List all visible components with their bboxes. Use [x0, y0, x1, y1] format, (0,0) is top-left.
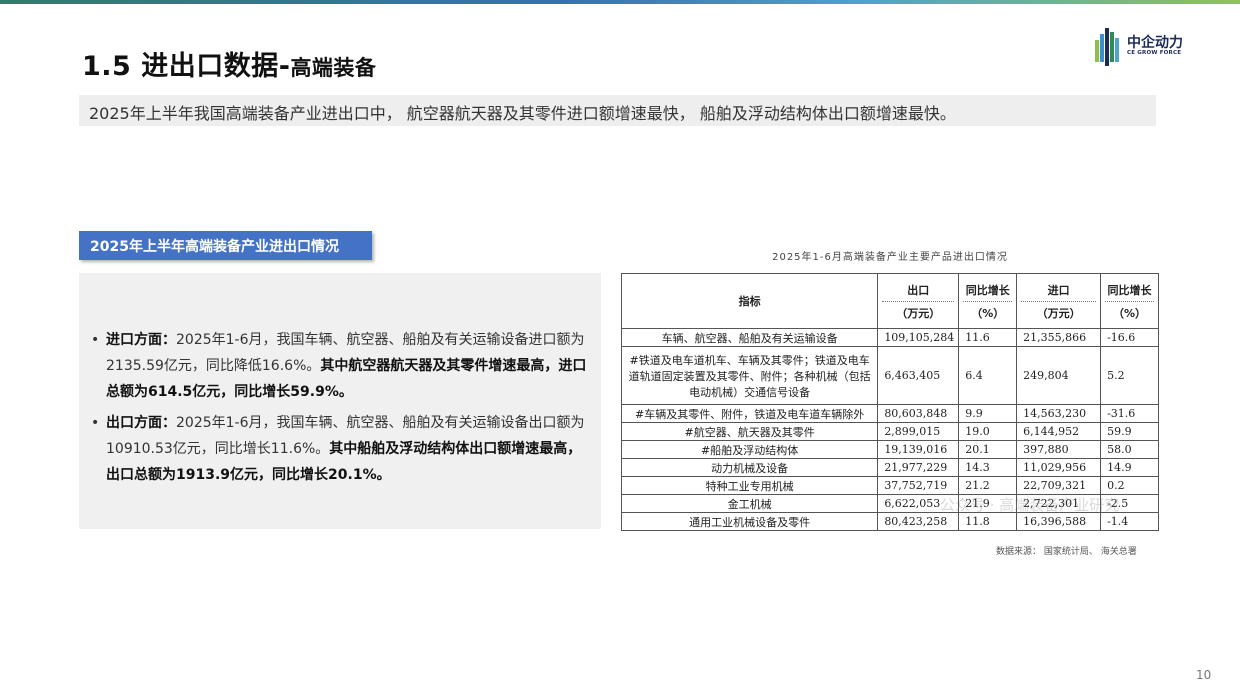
row-name: 车辆、航空器、船舶及有关运输设备 [620, 328, 879, 347]
row-name: 特种工业专用机械 [620, 476, 879, 495]
page-title-main: 1.5 进出口数据- [82, 51, 291, 82]
bullet-import: 进口方面：2025年1-6月，我国车辆、航空器、船舶及有关运输设备进口额为213… [89, 327, 591, 405]
bullet-export-label: 出口方面： [106, 415, 176, 431]
cell-export: 37,752,719 [877, 476, 960, 495]
page-title-sub: 高端装备 [290, 56, 377, 80]
row-name: 动力机械及设备 [620, 458, 879, 477]
table-row: #车辆及其零件、附件，铁道及电车道车辆除外 80,603,848 9.9 14,563… [620, 404, 1159, 423]
cell-export-yoy: 20.1 [958, 440, 1018, 459]
table-row: 车辆、航空器、船舶及有关运输设备 109,105,284 11.6 21,355,86… [620, 328, 1159, 347]
header-export: 出口 （万元） [877, 273, 960, 329]
cell-export-yoy: 9.9 [958, 404, 1018, 423]
cell-import-yoy: -16.6 [1100, 328, 1159, 347]
row-name: 通用工业机械设备及零件 [620, 512, 879, 531]
summary-banner: 2025年上半年我国高端装备产业进出口中， 航空器航天器及其零件进口额增速最快，… [79, 95, 1156, 126]
data-source: 数据来源： 国家统计局、 海关总署 [996, 547, 1137, 557]
logo-bars-icon [1093, 24, 1123, 68]
cell-export-yoy: 11.8 [958, 512, 1018, 531]
row-name: #船舶及浮动结构体 [620, 440, 879, 459]
cell-export-yoy: 21.9 [958, 494, 1018, 513]
cell-import: 22,709,321 [1016, 476, 1102, 495]
row-name: #车辆及其零件、附件，铁道及电车道车辆除外 [620, 404, 879, 423]
row-name: #航空器、航天器及其零件 [620, 422, 879, 441]
table-row: 通用工业机械设备及零件 80,423,258 11.8 16,396,588 -1.4 [620, 512, 1159, 531]
top-gradient-bar [0, 0, 1240, 4]
bullet-import-label: 进口方面： [106, 332, 176, 348]
cell-import-yoy: 14.9 [1100, 458, 1159, 477]
table-row: #铁道及电车道机车、车辆及其零件；铁道及电车道轨道固定装置及其零件、附件；各种机… [620, 346, 1159, 405]
table-title: 2025年1-6月高端装备产业主要产品进出口情况 [772, 252, 1008, 263]
table-row: 特种工业专用机械 37,752,719 21.2 22,709,321 0.2 [620, 476, 1159, 495]
bullet-export: 出口方面：2025年1-6月，我国车辆、航空器、船舶及有关运输设备出口额为109… [89, 410, 591, 488]
cell-export-yoy: 14.3 [958, 458, 1018, 477]
cell-import: 11,029,956 [1016, 458, 1102, 477]
cell-import: 2,722,301 [1016, 494, 1102, 513]
cell-import-yoy: 58.0 [1100, 440, 1159, 459]
page-number: 10 [1196, 668, 1212, 682]
section-tag: 2025年上半年高端装备产业进出口情况 [79, 231, 372, 260]
header-export-yoy: 同比增长 （%） [958, 273, 1018, 329]
cell-import-yoy: -1.4 [1100, 512, 1159, 531]
table-row: 动力机械及设备 21,977,229 14.3 11,029,956 14.9 [620, 458, 1159, 477]
cell-import: 21,355,866 [1016, 328, 1102, 347]
header-import: 进口 （万元） [1016, 273, 1102, 329]
cell-import: 397,880 [1016, 440, 1102, 459]
cell-export: 80,423,258 [877, 512, 960, 531]
row-name: #铁道及电车道机车、车辆及其零件；铁道及电车道轨道固定装置及其零件、附件；各种机… [620, 346, 879, 405]
table-row: #航空器、航天器及其零件 2,899,015 19.0 6,144,952 59.9 [620, 422, 1159, 441]
row-name: 金工机械 [620, 494, 879, 513]
header-import-yoy: 同比增长 （%） [1100, 273, 1159, 329]
cell-import-yoy: -31.6 [1100, 404, 1159, 423]
cell-export: 80,603,848 [877, 404, 960, 423]
company-logo: 中企动力 CE GROW FORCE [1093, 24, 1193, 68]
page-title: 1.5 进出口数据-高端装备 [82, 44, 376, 83]
cell-export-yoy: 6.4 [958, 346, 1018, 405]
trade-table: 指标 出口 （万元） 同比增长 （%） 进口 （万元） 同比增长 （%） 车辆、航空器、… [620, 273, 1159, 531]
cell-export: 2,899,015 [877, 422, 960, 441]
cell-export: 109,105,284 [877, 328, 960, 347]
cell-import-yoy: -2.5 [1100, 494, 1159, 513]
analysis-text-box: 进口方面：2025年1-6月，我国车辆、航空器、船舶及有关运输设备进口额为213… [79, 273, 601, 529]
cell-export-yoy: 19.0 [958, 422, 1018, 441]
cell-export: 6,622,053 [877, 494, 960, 513]
header-indicator: 指标 [620, 273, 879, 329]
cell-import-yoy: 59.9 [1100, 422, 1159, 441]
cell-export-yoy: 11.6 [958, 328, 1018, 347]
cell-export-yoy: 21.2 [958, 476, 1018, 495]
cell-export: 19,139,016 [877, 440, 960, 459]
table-header-row: 指标 出口 （万元） 同比增长 （%） 进口 （万元） 同比增长 （%） [620, 273, 1159, 329]
cell-import: 14,563,230 [1016, 404, 1102, 423]
cell-import: 6,144,952 [1016, 422, 1102, 441]
cell-export: 21,977,229 [877, 458, 960, 477]
logo-text-en: CE GROW FORCE [1127, 50, 1182, 56]
table-row: #船舶及浮动结构体 19,139,016 20.1 397,880 58.0 [620, 440, 1159, 459]
cell-import: 16,396,588 [1016, 512, 1102, 531]
cell-export: 6,463,405 [877, 346, 960, 405]
table-row: 金工机械 6,622,053 21.9 2,722,301 -2.5 [620, 494, 1159, 513]
cell-import-yoy: 0.2 [1100, 476, 1159, 495]
cell-import-yoy: 5.2 [1100, 346, 1159, 405]
logo-text: 中企动力 [1127, 35, 1183, 51]
cell-import: 249,804 [1016, 346, 1102, 405]
